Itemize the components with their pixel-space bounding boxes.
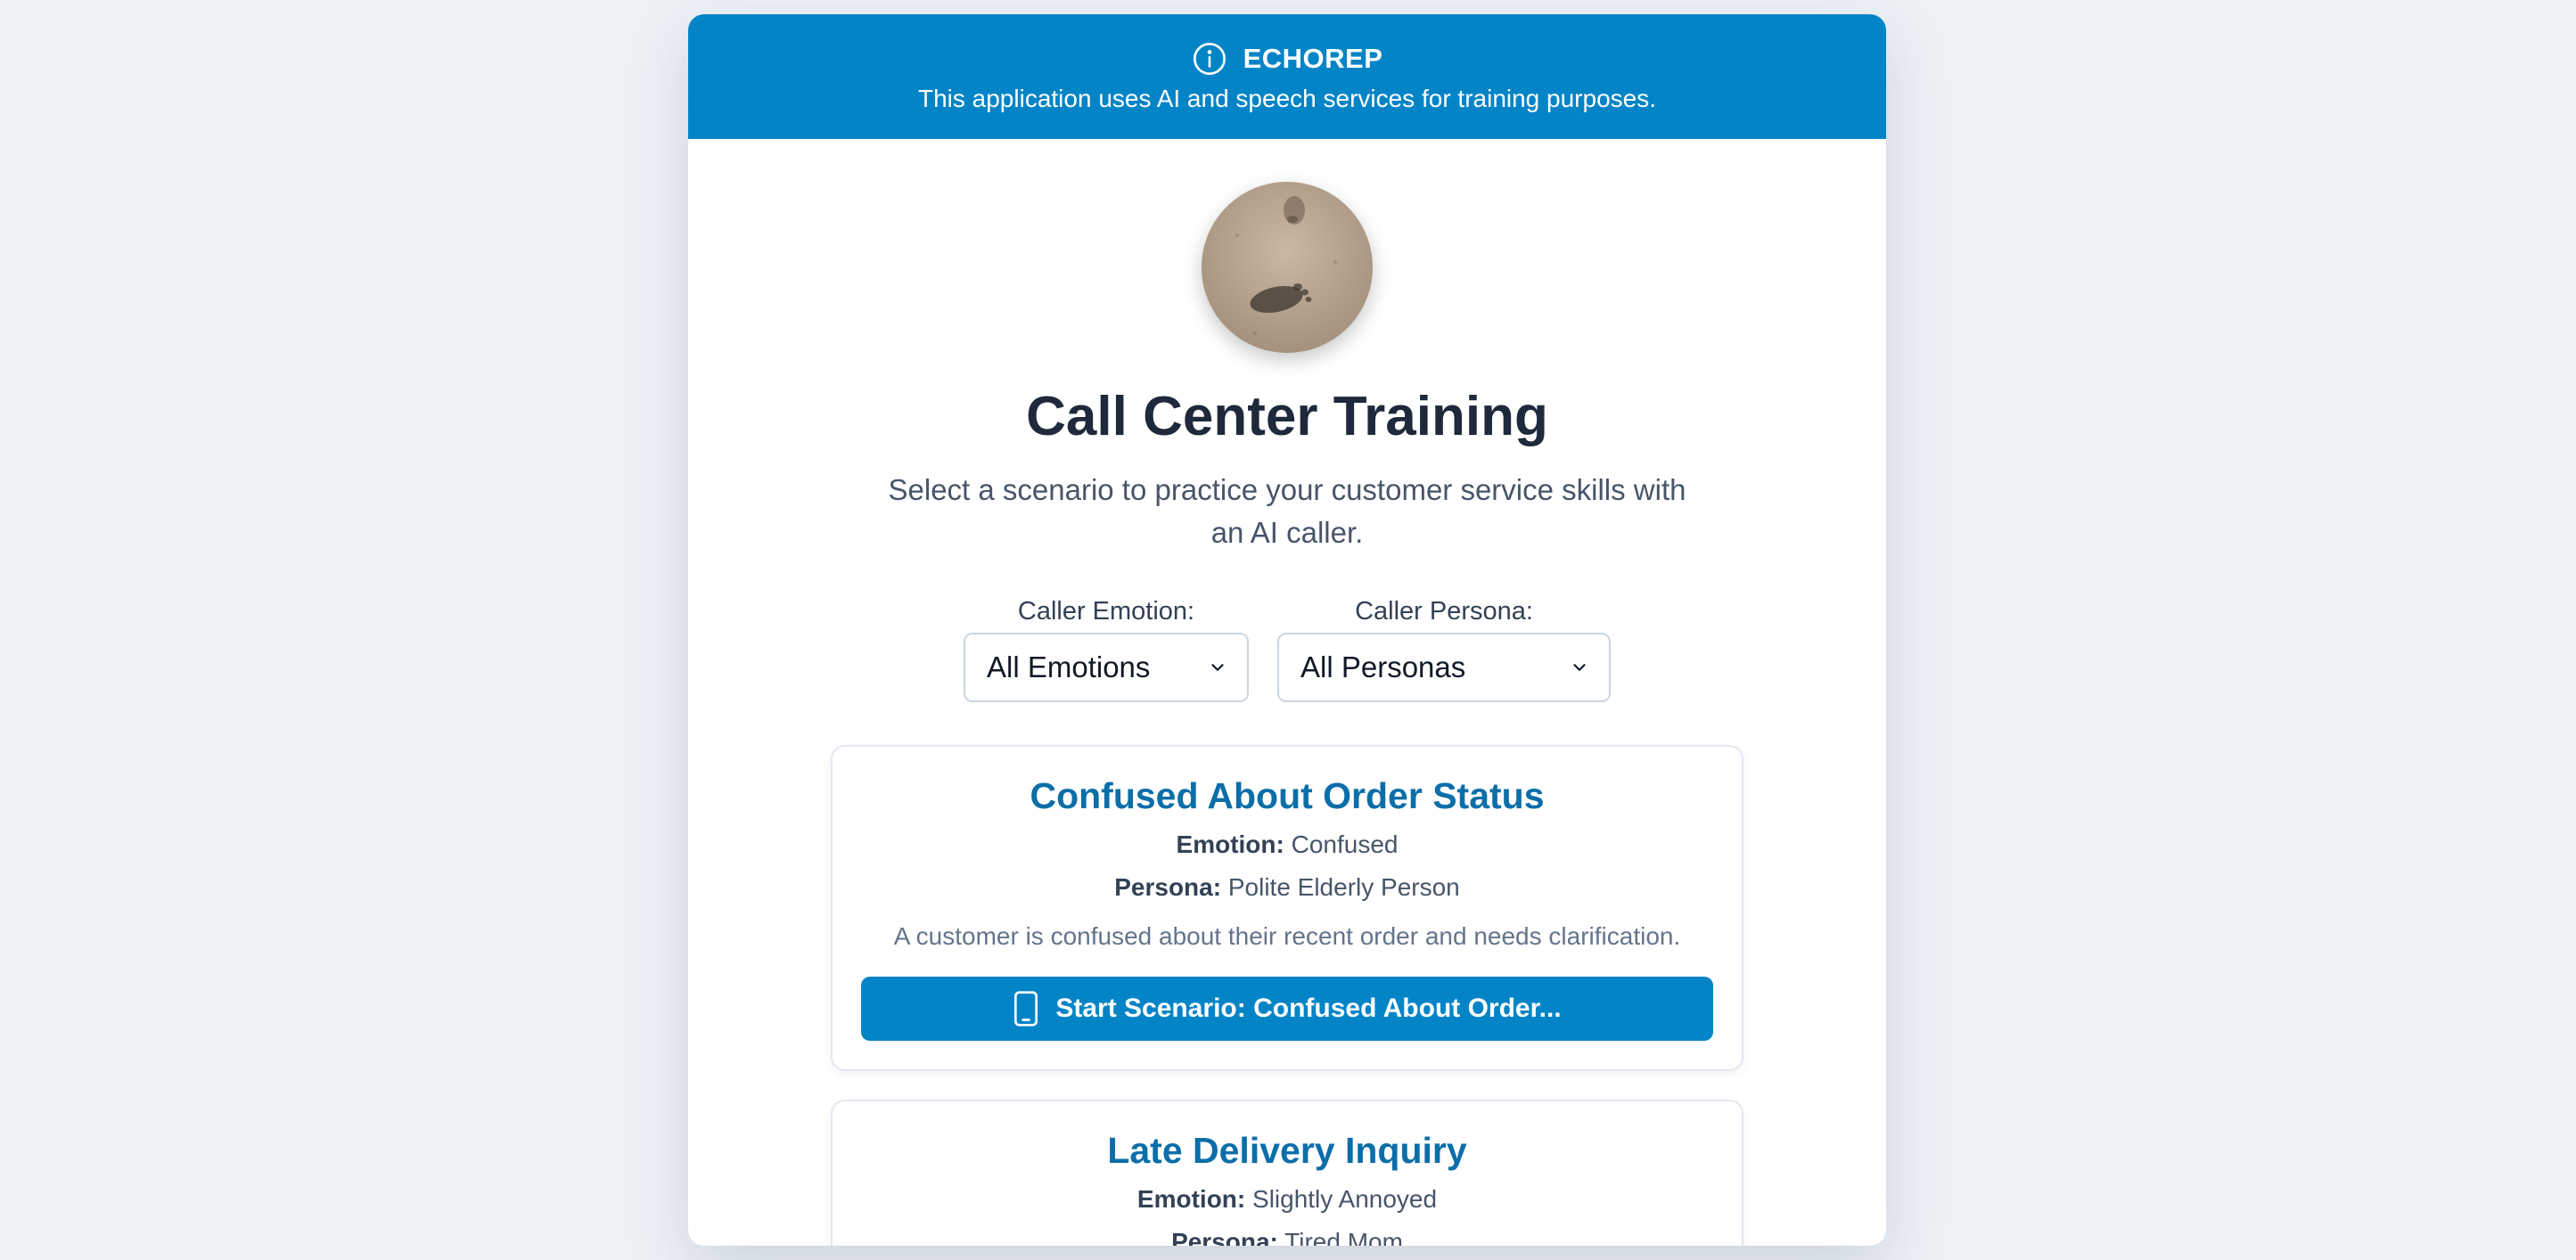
page-title: Call Center Training — [1026, 386, 1548, 447]
start-scenario-button[interactable]: Start Scenario: Confused About Order... — [861, 977, 1713, 1041]
scenario-persona: Persona: Polite Elderly Person — [861, 866, 1713, 909]
persona-filter-label: Caller Persona: — [1355, 597, 1533, 626]
scenario-emotion-label: Emotion: — [1176, 830, 1284, 858]
avatar-image — [1202, 182, 1373, 353]
scenario-title: Late Delivery Inquiry — [1107, 1130, 1467, 1171]
scenario-emotion: Emotion: Confused — [861, 823, 1713, 866]
scenario-persona-value: Polite Elderly Person — [1227, 873, 1460, 901]
scenario-emotion: Emotion: Slightly Annoyed — [861, 1178, 1713, 1221]
info-banner: ECHOREP This application uses AI and spe… — [688, 14, 1886, 139]
emotion-filter-label: Caller Emotion: — [1017, 597, 1195, 626]
persona-select[interactable]: All Personas — [1277, 633, 1611, 702]
avatar — [1202, 182, 1373, 353]
scenario-list: Confused About Order Status Emotion: Con… — [831, 745, 1743, 1246]
banner-notice: This application uses AI and speech serv… — [917, 85, 1656, 112]
scenario-persona: Persona: Tired Mom — [861, 1221, 1713, 1246]
scenario-persona-label: Persona: — [1114, 873, 1222, 901]
emotion-select[interactable]: All Emotions — [964, 633, 1249, 702]
page-subtitle: Select a scenario to practice your custo… — [888, 473, 1686, 549]
start-scenario-label: Start Scenario: Confused About Order... — [1055, 994, 1562, 1023]
chevron-down-icon — [1573, 664, 1586, 671]
emotion-select-value: All Emotions — [987, 650, 1151, 683]
brand-name: ECHOREP — [1243, 43, 1383, 74]
chevron-down-icon — [1211, 664, 1224, 671]
filter-bar: Caller Emotion: All Emotions Caller Pers… — [688, 597, 1886, 702]
scenario-emotion-value: Slightly Annoyed — [1252, 1185, 1438, 1213]
scenario-card: Late Delivery Inquiry Emotion: Slightly … — [831, 1100, 1743, 1246]
info-icon — [1193, 43, 1226, 75]
phone-icon — [1014, 991, 1038, 1027]
banner-header: ECHOREP — [688, 37, 1886, 80]
app-container: ECHOREP This application uses AI and spe… — [688, 14, 1886, 1246]
persona-select-value: All Personas — [1300, 650, 1466, 683]
scenario-emotion-value: Confused — [1291, 830, 1399, 858]
scenario-card: Confused About Order Status Emotion: Con… — [831, 745, 1743, 1071]
scenario-description: A customer is confused about their recen… — [893, 922, 1681, 950]
scenario-title: Confused About Order Status — [1030, 775, 1545, 816]
persona-filter: Caller Persona: All Personas — [1277, 597, 1611, 702]
scenario-persona-label: Persona: — [1171, 1228, 1278, 1246]
emotion-filter: Caller Emotion: All Emotions — [964, 597, 1249, 702]
scenario-emotion-label: Emotion: — [1136, 1185, 1246, 1213]
scenario-persona-value: Tired Mom — [1284, 1228, 1403, 1246]
